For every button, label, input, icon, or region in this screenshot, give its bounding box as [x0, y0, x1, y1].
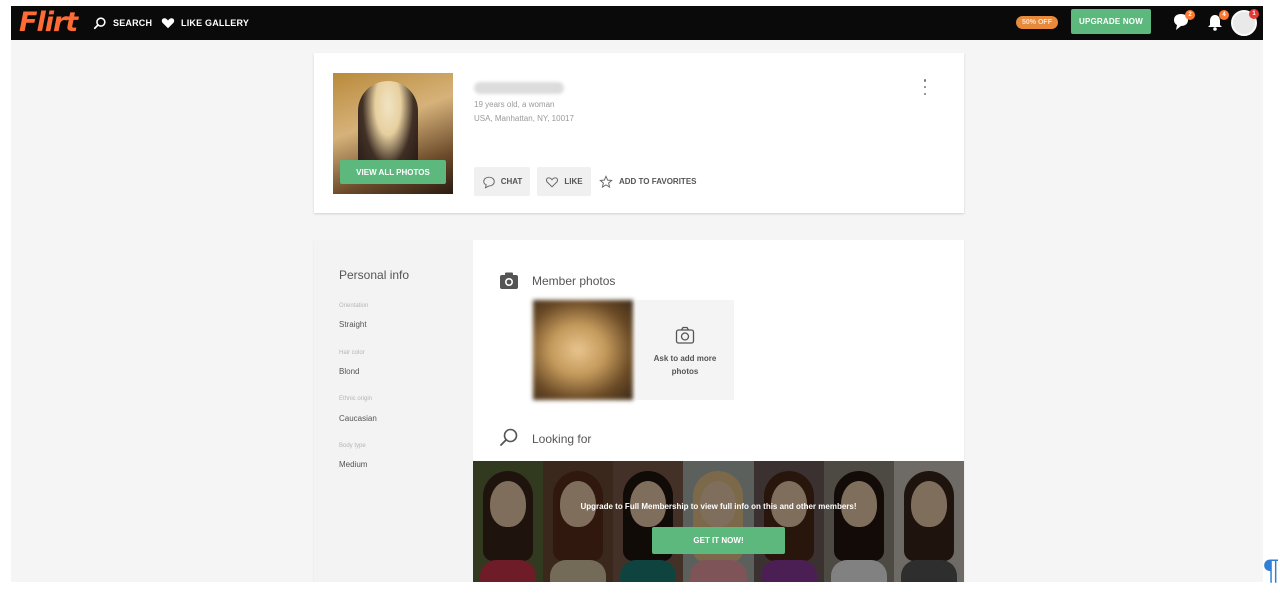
- search-icon: [500, 428, 518, 446]
- logo[interactable]: Flirt: [19, 7, 78, 39]
- gallery-tile: [893, 461, 964, 582]
- nav-search-label: SEARCH: [113, 18, 153, 28]
- gallery-tile: [473, 461, 544, 582]
- ethnic-origin-value: Caucasian: [339, 414, 377, 423]
- ask-to-add-photos[interactable]: Ask to add more photos: [636, 300, 734, 400]
- search-icon: [93, 17, 106, 30]
- get-it-now-button[interactable]: GET IT NOW!: [652, 527, 785, 554]
- heart-icon: [161, 18, 175, 29]
- orientation-value: Straight: [339, 320, 367, 329]
- chat-icon: [482, 176, 495, 189]
- heart-outline-icon: [546, 176, 559, 187]
- member-photos-title: Member photos: [532, 274, 616, 288]
- logo-text: Flirt: [19, 7, 78, 38]
- promo-badge[interactable]: 50% OFF: [1016, 16, 1058, 29]
- ethnic-origin-label: Ethnic origin: [339, 396, 373, 402]
- user-avatar[interactable]: 1: [1231, 9, 1259, 36]
- top-bar: Flirt SEARCH LIKE GALLERY 50% OFF UPGRAD…: [11, 6, 1263, 40]
- more-options-icon[interactable]: [922, 79, 928, 95]
- profile-card: VIEW ALL PHOTOS 19 years old, a woman US…: [314, 53, 964, 213]
- orientation-label: Orientation: [339, 303, 369, 309]
- like-button-label: LIKE: [564, 177, 583, 186]
- profile-location: USA, Manhattan, NY, 10017: [474, 114, 574, 123]
- notifications-count-badge: 4: [1219, 10, 1229, 20]
- member-photo-thumbnail[interactable]: [533, 300, 633, 400]
- locked-members-gallery[interactable]: [473, 461, 964, 582]
- body-type-label: Body type: [339, 443, 366, 449]
- profile-age: 19 years old, a woman: [474, 100, 555, 109]
- add-to-favorites-button[interactable]: ADD TO FAVORITES: [599, 167, 709, 196]
- notifications-button[interactable]: 4: [1205, 10, 1229, 34]
- profile-details-card: Personal info Orientation Straight Hair …: [314, 240, 964, 582]
- hair-color-label: Hair color: [339, 350, 365, 356]
- ask-to-add-photos-text: Ask to add more photos: [653, 354, 717, 376]
- gallery-tile: [543, 461, 614, 582]
- messages-count-badge: 2: [1185, 10, 1195, 20]
- nav-search[interactable]: SEARCH: [93, 14, 152, 32]
- personal-info-panel: Personal info Orientation Straight Hair …: [314, 240, 474, 582]
- hair-color-value: Blond: [339, 367, 360, 376]
- app-window: Flirt SEARCH LIKE GALLERY 50% OFF UPGRAD…: [11, 6, 1263, 582]
- profile-badge: 1: [1249, 9, 1259, 19]
- chat-button-label: CHAT: [500, 177, 523, 186]
- star-outline-icon: [599, 174, 613, 188]
- upgrade-now-button[interactable]: UPGRADE NOW: [1071, 9, 1151, 34]
- camera-outline-icon: [675, 326, 695, 344]
- pilcrow-icon: ¶: [1262, 554, 1280, 587]
- like-button[interactable]: LIKE: [537, 167, 591, 196]
- view-all-photos-button[interactable]: VIEW ALL PHOTOS: [340, 160, 446, 184]
- looking-for-title: Looking for: [532, 432, 592, 446]
- camera-icon: [500, 272, 518, 289]
- profile-name-blurred: [474, 82, 564, 94]
- gallery-tile: [683, 461, 754, 582]
- body-type-value: Medium: [339, 460, 368, 469]
- gallery-tile: [823, 461, 894, 582]
- gallery-tile: [753, 461, 824, 582]
- personal-info-title: Personal info: [339, 268, 410, 282]
- gallery-tile: [613, 461, 684, 582]
- chat-button[interactable]: CHAT: [474, 167, 530, 196]
- profile-main-panel: Member photos Ask to add more photos Loo…: [473, 240, 964, 582]
- favorites-button-label: ADD TO FAVORITES: [619, 177, 697, 186]
- upgrade-membership-text: Upgrade to Full Membership to view full …: [580, 502, 857, 511]
- profile-photo[interactable]: VIEW ALL PHOTOS: [333, 73, 453, 194]
- nav-like-gallery-label: LIKE GALLERY: [181, 18, 250, 28]
- messages-button[interactable]: 2: [1171, 10, 1195, 34]
- nav-like-gallery[interactable]: LIKE GALLERY: [161, 14, 249, 32]
